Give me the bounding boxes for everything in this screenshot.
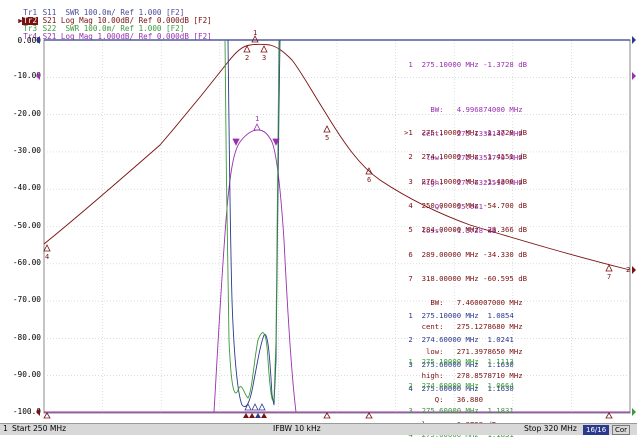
stop-frequency[interactable]: Stop 320 MHz [524, 424, 577, 434]
measurement-plot[interactable]: 1 2 3 4 5 6 7 1 2 [0, 0, 637, 423]
readout-line: 3 276.10000 MHz -1.4306 dB [404, 176, 528, 186]
channel-number[interactable]: 1 [3, 424, 8, 434]
readout-line: 2 274.60000 MHz 1.0664 [404, 381, 514, 391]
readout-line: 7 318.00000 MHz -60.595 dB [404, 273, 528, 283]
readout-line: 6 289.00000 MHz -34.330 dB [404, 249, 528, 259]
status-bar: 1 Start 250 MHz IFBW 10 kHz Stop 320 MHz… [0, 423, 637, 435]
start-frequency[interactable]: Start 250 MHz [12, 424, 66, 434]
readout-line: 1 275.10000 MHz 1.1113 [404, 357, 514, 367]
left-scale-arrows [36, 36, 40, 416]
ifbw-setting[interactable]: IFBW 10 kHz [273, 424, 321, 434]
readout-line: 1 275.10000 MHz -1.3728 dB [404, 60, 528, 70]
readout-line: >1 275.10000 MHz -1.3728 dB [404, 128, 528, 138]
right-scale-arrows [632, 36, 636, 416]
readout-line: 1 275.10000 MHz 1.0854 [404, 311, 514, 321]
trace-scale-tag: 2 [626, 266, 630, 274]
marker-tag: 7 [607, 273, 611, 281]
readout-line: 2 274.10000 MHz -1.4151 dB [404, 152, 528, 162]
marker-tag: 6 [367, 176, 371, 184]
marker-tag: 3 [262, 54, 266, 62]
readout-line: 3 275.60000 MHz 1.1831 [404, 405, 514, 415]
marker-tag: 2 [245, 54, 249, 62]
readout-line: 5 284.00000 MHz -23.366 dB [404, 225, 528, 235]
marker-tag: 1 [253, 29, 257, 37]
readout-line: 4 250.00000 MHz -54.700 dB [404, 201, 528, 211]
marker-tag: 4 [45, 253, 49, 261]
marker-tag: 1 [255, 115, 259, 123]
marker-tag: 5 [325, 134, 329, 142]
readout-line [404, 85, 527, 89]
